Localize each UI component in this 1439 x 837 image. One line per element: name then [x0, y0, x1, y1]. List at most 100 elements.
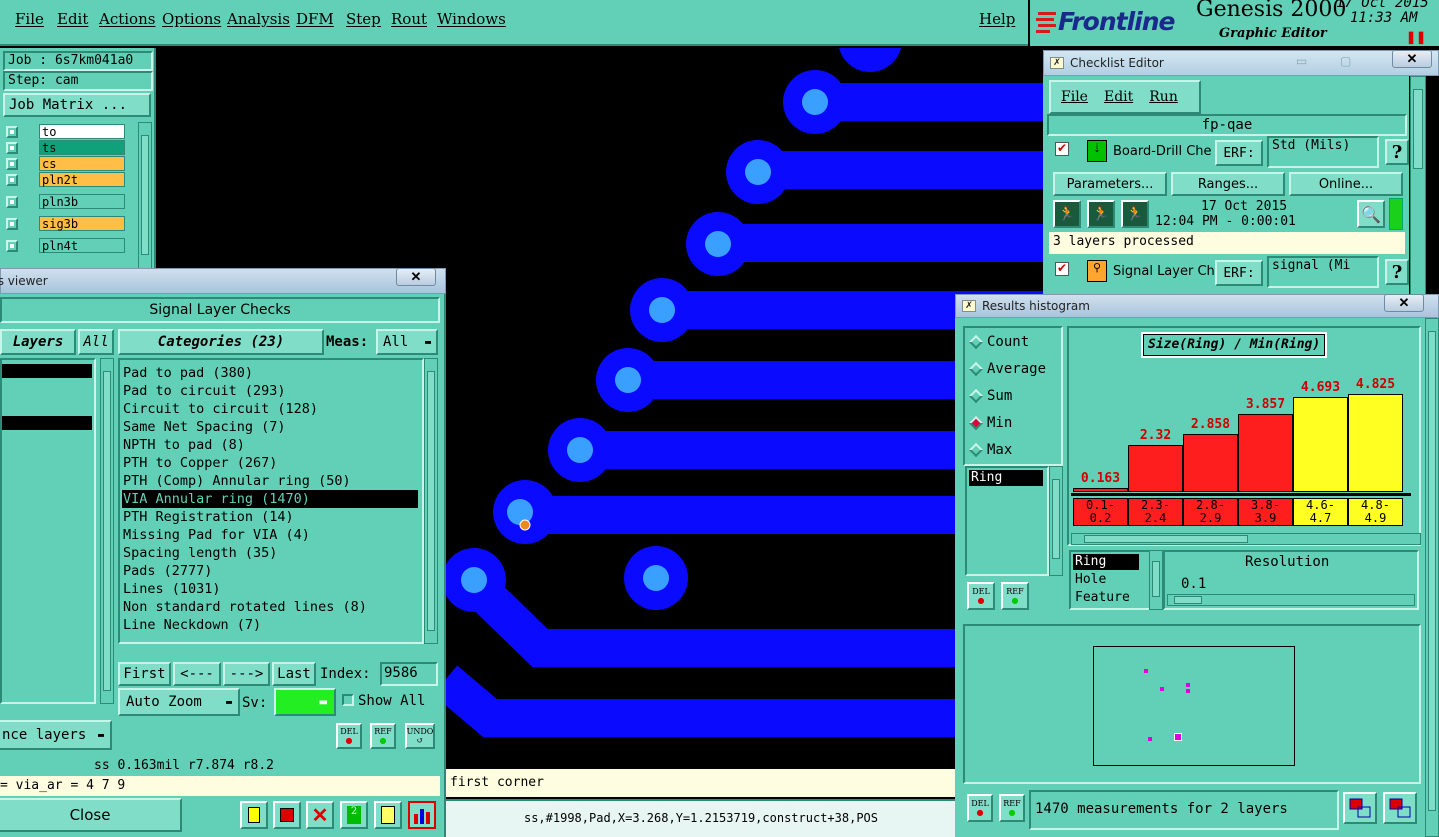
last-button[interactable]: Last — [272, 662, 316, 686]
category-item[interactable]: Missing Pad for VIA (4) — [122, 526, 418, 544]
ref-icon[interactable]: REF ● — [370, 723, 396, 749]
check2-erf-value[interactable]: signal (Mi — [1267, 256, 1379, 288]
menu-help[interactable]: Help — [979, 10, 1015, 28]
layers-list[interactable] — [0, 358, 96, 704]
menu-file[interactable]: File — [15, 10, 44, 28]
layer-row-pln4t[interactable]: pln4t — [3, 238, 129, 254]
layer-color-icon[interactable] — [240, 801, 268, 829]
menu-options[interactable]: Options — [162, 10, 221, 28]
histogram-bin-label[interactable]: 3.8- 3.9 — [1238, 498, 1293, 526]
menu-actions[interactable]: Actions — [99, 10, 155, 28]
check2-help-button[interactable]: ? — [1385, 259, 1409, 285]
histogram-item-list[interactable]: Ring — [965, 466, 1049, 576]
category-item[interactable]: Pad to circuit (293) — [122, 382, 418, 400]
layer-name[interactable]: pln3b — [39, 194, 125, 209]
footer-ref-icon[interactable]: REF ● — [999, 794, 1025, 822]
layer-checkbox[interactable] — [6, 240, 18, 252]
category-item[interactable]: Same Net Spacing (7) — [122, 418, 418, 436]
reference-layers-dropdown[interactable]: nce layers ▬ — [0, 720, 112, 750]
check2-enable-checkbox[interactable]: ✔ — [1055, 262, 1069, 276]
menu-dfm[interactable]: DFM — [296, 10, 334, 28]
checklist-scrollbar[interactable] — [1410, 76, 1426, 298]
histogram-bar[interactable] — [1128, 444, 1183, 492]
next-button[interactable]: ---> — [223, 662, 270, 686]
mode-radio-sum[interactable]: Sum — [968, 388, 1012, 404]
step-icon[interactable]: 2 — [340, 801, 368, 829]
histogram-bar[interactable] — [1293, 396, 1348, 492]
stop-run-icon[interactable]: 🏃 — [1121, 200, 1149, 228]
run-check-icon[interactable]: 🏃 — [1053, 200, 1081, 228]
menu-step[interactable]: Step — [346, 10, 381, 28]
highlight-icon[interactable] — [273, 801, 301, 829]
layer-row-selected[interactable] — [2, 416, 92, 430]
layers-scrollbar[interactable] — [100, 358, 114, 704]
layer-row-pln3b[interactable]: pln3b — [3, 194, 129, 210]
categories-scrollbar[interactable] — [424, 358, 438, 644]
category-item[interactable]: Pads (2777) — [122, 562, 418, 580]
histogram-bin-label[interactable]: 4.6- 4.7 — [1293, 498, 1348, 526]
by-option-list[interactable]: Ring Hole Feature — [1069, 550, 1151, 610]
run-all-icon[interactable]: 🏃 — [1087, 200, 1115, 228]
check1-erf-button[interactable]: ERF: — [1215, 140, 1263, 166]
histogram-bar[interactable] — [1348, 394, 1403, 492]
category-item[interactable]: PTH Registration (14) — [122, 508, 418, 526]
minimize-icon[interactable]: ▭ — [1296, 54, 1307, 68]
histogram-close-icon[interactable]: ✕ — [1384, 294, 1424, 312]
checklist-menu-file[interactable]: File — [1061, 89, 1088, 105]
check1-enable-checkbox[interactable]: ✔ — [1055, 142, 1069, 156]
layer-checkbox[interactable] — [6, 174, 18, 186]
ranges-button[interactable]: Ranges... — [1171, 172, 1285, 196]
undo-icon[interactable]: UNDO ↺ — [405, 723, 435, 749]
layer-row-cs[interactable]: cs — [3, 156, 129, 172]
histogram-ref-icon[interactable]: REF ● — [1001, 582, 1029, 610]
auto-zoom-dropdown[interactable]: Auto Zoom ▬ — [118, 688, 240, 716]
checklist-menu-edit[interactable]: Edit — [1104, 89, 1133, 105]
report-icon[interactable] — [374, 801, 402, 829]
category-item[interactable]: Pad to pad (380) — [122, 364, 418, 382]
menu-edit[interactable]: Edit — [57, 10, 88, 28]
layer-row-selected[interactable] — [2, 364, 92, 378]
layer-row-pln2t[interactable]: pln2t — [3, 172, 129, 188]
menu-rout[interactable]: Rout — [391, 10, 427, 28]
histogram-bin-label[interactable]: 0.1- 0.2 — [1073, 498, 1128, 526]
resolution-slider[interactable] — [1167, 594, 1415, 606]
close-button[interactable]: Close — [0, 798, 182, 832]
mode-radio-min[interactable]: Min — [968, 415, 1012, 431]
checklist-menu-run[interactable]: Run — [1149, 89, 1178, 105]
category-item[interactable]: Lines (1031) — [122, 580, 418, 598]
category-item[interactable]: NPTH to pad (8) — [122, 436, 418, 454]
index-input[interactable]: 9586 — [380, 662, 438, 686]
histogram-bin-label[interactable]: 4.8- 4.9 — [1348, 498, 1403, 526]
results-viewer-close-icon[interactable]: ✕ — [396, 268, 436, 286]
layer-name[interactable]: pln2t — [39, 172, 125, 187]
show-all-checkbox[interactable] — [342, 694, 354, 706]
first-button[interactable]: First — [118, 662, 171, 686]
sv-dropdown[interactable]: ▬ — [274, 688, 336, 716]
layer-name[interactable]: to — [39, 124, 125, 139]
layers-all-button[interactable]: All — [78, 329, 114, 355]
categories-list[interactable]: Pad to pad (380) Pad to circuit (293) Circ… — [118, 358, 424, 644]
category-item[interactable]: Non standard rotated lines (8) — [122, 598, 418, 616]
layer-checkbox[interactable] — [6, 126, 18, 138]
layer-checkbox[interactable] — [6, 158, 18, 170]
histogram-bar[interactable] — [1183, 433, 1238, 492]
export-icon[interactable] — [1343, 792, 1377, 824]
layer-row-to[interactable]: to — [3, 124, 129, 140]
category-item[interactable]: Line Neckdown (7) — [122, 616, 418, 634]
layer-name[interactable]: sig3b — [39, 216, 125, 231]
layer-checkbox[interactable] — [6, 218, 18, 230]
menu-analysis[interactable]: Analysis — [227, 10, 290, 28]
layer-name[interactable]: ts — [39, 140, 125, 155]
layer-row-ts[interactable]: ts — [3, 140, 129, 156]
histogram-v-scrollbar[interactable] — [1425, 318, 1439, 837]
by-option-hole[interactable]: Hole — [1073, 572, 1106, 587]
category-item[interactable]: Spacing length (35) — [122, 544, 418, 562]
ref-off-icon[interactable]: ✕ — [306, 801, 334, 829]
category-item[interactable]: PTH to Copper (267) — [122, 454, 418, 472]
histogram-del-icon[interactable]: DEL ● — [967, 582, 995, 610]
mode-radio-average[interactable]: Average — [968, 361, 1046, 377]
import-icon[interactable] — [1383, 792, 1417, 824]
histogram-bin-label[interactable]: 2.3- 2.4 — [1128, 498, 1183, 526]
check2-erf-button[interactable]: ERF: — [1215, 260, 1263, 286]
layer-checkbox[interactable] — [6, 196, 18, 208]
